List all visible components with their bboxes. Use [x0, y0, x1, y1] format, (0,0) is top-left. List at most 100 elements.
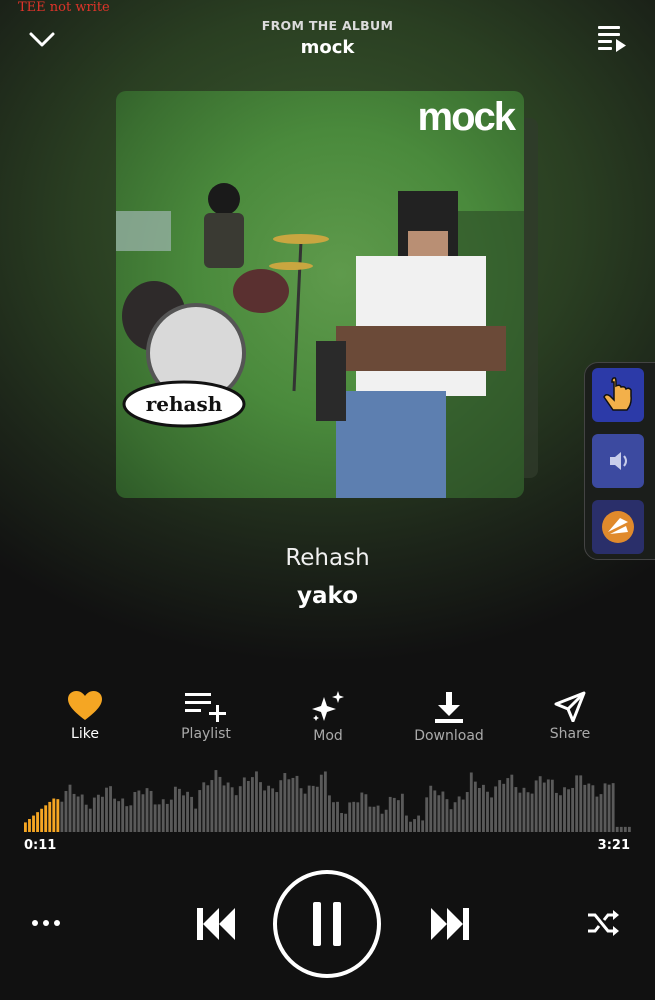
share-button[interactable]: Share — [520, 690, 620, 742]
download-label: Download — [414, 728, 484, 744]
waveform-bar — [437, 795, 441, 832]
waveform-bar — [360, 792, 364, 832]
waveform-bar — [133, 792, 137, 832]
waveform-bar — [526, 792, 530, 832]
album-title[interactable]: mock — [0, 37, 655, 58]
waveform-bar — [392, 797, 396, 832]
waveform-bar — [494, 786, 498, 832]
waveform-bar — [534, 780, 538, 832]
waveform-bar — [579, 775, 583, 832]
waveform-bar — [279, 780, 283, 832]
waveform-bar — [92, 797, 96, 832]
more-options-icon[interactable] — [30, 916, 62, 930]
playlist-label: Playlist — [181, 726, 231, 742]
waveform-bar — [165, 803, 169, 832]
waveform-bar — [36, 812, 39, 832]
waveform-bar — [101, 796, 104, 832]
waveform-bar — [311, 785, 315, 832]
waveform-bar — [465, 792, 469, 832]
waveform-bar — [571, 787, 575, 832]
pause-button[interactable] — [272, 869, 382, 979]
waveform-bar — [182, 795, 185, 832]
sparkle-icon — [312, 691, 344, 721]
like-button[interactable]: Like — [35, 690, 135, 742]
waveform-bar — [56, 799, 60, 832]
shuffle-icon[interactable] — [586, 908, 620, 938]
waveform-bar — [461, 799, 465, 832]
waveform-bar — [546, 779, 550, 832]
waveform-bar — [477, 787, 481, 832]
waveform-bar — [591, 785, 595, 832]
previous-track-icon[interactable] — [194, 904, 238, 944]
waveform-bar — [599, 794, 603, 832]
waveform-bar — [157, 804, 161, 832]
waveform-bar — [453, 802, 457, 832]
waveform-bar — [421, 820, 425, 832]
waveform-bar — [554, 792, 558, 832]
waveform-bar — [384, 809, 388, 832]
waveform-bar — [40, 808, 44, 832]
waveform-bar — [48, 801, 52, 832]
speaker-icon — [610, 452, 627, 470]
waveform-bar — [315, 786, 319, 832]
track-artist[interactable]: yako — [0, 583, 655, 609]
queue-icon[interactable] — [596, 22, 630, 54]
heart-icon — [68, 691, 102, 720]
waveform-bar — [88, 808, 92, 832]
mod-label: Mod — [313, 728, 343, 744]
waveform-bar — [80, 794, 84, 832]
waveform-bar — [250, 777, 254, 832]
waveform-bar — [210, 780, 214, 832]
waveform-bar — [417, 815, 421, 832]
waveform-bar — [283, 773, 287, 832]
waveform-seekbar[interactable] — [24, 762, 632, 834]
waveform-bar — [486, 791, 489, 832]
waveform-bar — [611, 783, 615, 832]
mod-button[interactable]: Mod — [278, 690, 378, 744]
waveform-bar — [202, 782, 206, 832]
waveform-bar — [194, 808, 198, 832]
volume-button[interactable] — [592, 434, 644, 488]
waveform-bar — [603, 783, 607, 832]
waveform-bar — [234, 795, 238, 832]
waveform-bar — [137, 790, 141, 832]
share-label: Share — [549, 726, 591, 742]
waveform-bar — [482, 784, 485, 832]
waveform-bar — [121, 798, 125, 832]
waveform-bar — [376, 805, 380, 832]
overlay-caption: TEE not write — [18, 0, 110, 15]
waveform-bar — [246, 780, 250, 832]
waveform-bar — [348, 802, 352, 832]
waveform-bar — [502, 783, 506, 832]
waveform-bar — [433, 790, 437, 832]
next-track-icon[interactable] — [428, 904, 472, 944]
waveform-bar — [352, 801, 356, 832]
add-to-playlist-button[interactable]: Playlist — [156, 690, 256, 742]
elapsed-time: 0:11 — [24, 838, 57, 853]
waveform-bar — [587, 783, 591, 832]
waveform-bar — [518, 792, 522, 832]
waveform-bar — [72, 793, 76, 832]
like-label: Like — [71, 726, 99, 742]
waveform-bar — [169, 799, 173, 832]
waveform-bar — [44, 805, 48, 832]
waveform-bar — [449, 809, 453, 832]
waveform-bar — [173, 786, 177, 832]
waveform-bar — [514, 787, 518, 832]
waveform-bar — [307, 785, 311, 832]
waveform-bar — [178, 788, 181, 832]
waveform-bar — [206, 785, 210, 832]
waveform-bar — [400, 793, 404, 832]
waveform-bar — [267, 785, 271, 832]
waveform-bar — [299, 788, 303, 832]
waveform-bar — [214, 770, 218, 832]
pause-icon — [313, 902, 321, 946]
touch-gesture-button[interactable] — [592, 368, 644, 422]
waveform-bar — [607, 784, 611, 832]
waveform-bar — [619, 826, 623, 832]
waveform-bar — [623, 826, 627, 832]
waveform-bar — [490, 797, 493, 832]
waveform-bar — [76, 796, 80, 832]
waveform-bar — [319, 774, 323, 832]
download-button[interactable]: Download — [399, 690, 499, 744]
